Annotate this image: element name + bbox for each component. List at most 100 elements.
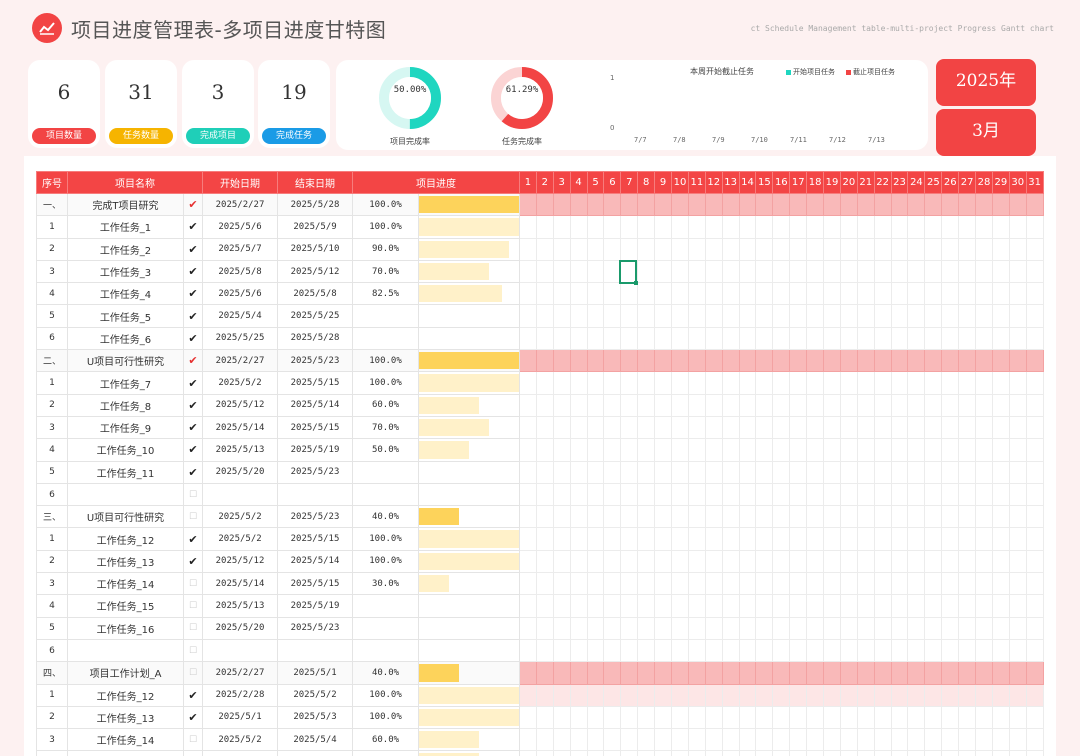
gantt-day-cell[interactable] <box>856 215 875 239</box>
gantt-day-cell[interactable] <box>671 215 689 239</box>
gantt-day-cell[interactable] <box>1008 594 1027 618</box>
gantt-day-cell[interactable] <box>721 527 740 551</box>
gantt-day-cell[interactable] <box>569 572 588 596</box>
gantt-day-cell[interactable] <box>991 192 1010 217</box>
gantt-day-cell[interactable] <box>907 594 926 618</box>
gantt-day-cell[interactable] <box>907 215 926 239</box>
gantt-day-cell[interactable] <box>839 661 858 685</box>
gantt-day-cell[interactable] <box>569 237 588 261</box>
gantt-day-cell[interactable] <box>806 393 825 417</box>
gantt-day-cell[interactable] <box>873 750 892 756</box>
gantt-day-cell[interactable] <box>873 415 892 440</box>
start-date-cell[interactable] <box>202 482 278 507</box>
gantt-day-cell[interactable] <box>704 728 723 752</box>
percent-cell[interactable]: 50.0% <box>352 438 419 462</box>
gantt-day-cell[interactable] <box>535 549 554 574</box>
gantt-day-cell[interactable] <box>772 505 791 529</box>
gantt-day-cell[interactable] <box>569 594 588 618</box>
start-date-cell[interactable]: 2025/5/12 <box>202 393 278 417</box>
gantt-day-cell[interactable] <box>654 750 673 756</box>
gantt-day-cell[interactable] <box>941 282 960 306</box>
gantt-day-cell[interactable] <box>924 638 943 663</box>
gantt-day-cell[interactable] <box>991 304 1010 328</box>
gantt-day-cell[interactable] <box>789 304 808 328</box>
gantt-day-cell[interactable] <box>704 304 723 328</box>
gantt-day-cell[interactable] <box>569 549 588 574</box>
gantt-day-cell[interactable] <box>535 594 554 618</box>
gantt-day-cell[interactable] <box>637 259 656 284</box>
gantt-day-cell[interactable] <box>991 505 1010 529</box>
gantt-day-cell[interactable] <box>603 616 622 640</box>
gantt-day-cell[interactable] <box>856 326 875 351</box>
gantt-day-cell[interactable] <box>603 705 622 730</box>
gantt-day-cell[interactable] <box>519 683 537 707</box>
task-row[interactable]: 4 ☐ <box>36 750 1044 756</box>
gantt-day-cell[interactable] <box>620 282 639 306</box>
gantt-day-cell[interactable] <box>721 460 740 484</box>
gantt-day-cell[interactable] <box>637 282 656 306</box>
gantt-day-cell[interactable] <box>907 349 926 373</box>
gantt-day-cell[interactable] <box>755 728 774 752</box>
gantt-day-cell[interactable] <box>535 505 554 529</box>
checkmark-icon[interactable]: ✔ <box>183 215 203 239</box>
gantt-day-cell[interactable] <box>671 482 689 507</box>
gantt-day-cell[interactable] <box>603 215 622 239</box>
gantt-day-cell[interactable] <box>586 750 605 756</box>
gantt-day-cell[interactable] <box>721 237 740 261</box>
gantt-day-cell[interactable] <box>721 371 740 395</box>
gantt-day-cell[interactable] <box>721 750 740 756</box>
gantt-day-cell[interactable] <box>671 393 689 417</box>
gantt-day-cell[interactable] <box>687 415 706 440</box>
gantt-day-cell[interactable] <box>637 438 656 462</box>
gantt-day-cell[interactable] <box>654 616 673 640</box>
gantt-day-cell[interactable] <box>552 638 571 663</box>
gantt-day-cell[interactable] <box>738 349 757 373</box>
gantt-day-cell[interactable] <box>924 705 943 730</box>
gantt-day-cell[interactable] <box>958 616 977 640</box>
gantt-day-cell[interactable] <box>839 572 858 596</box>
gantt-day-cell[interactable] <box>839 638 858 663</box>
gantt-day-cell[interactable] <box>586 415 605 440</box>
gantt-day-cell[interactable] <box>806 527 825 551</box>
name-cell[interactable]: 工作任务_15 <box>67 594 184 618</box>
gantt-day-cell[interactable] <box>687 460 706 484</box>
gantt-day-cell[interactable] <box>823 304 841 328</box>
gantt-day-cell[interactable] <box>924 750 943 756</box>
name-cell[interactable]: 工作任务_16 <box>67 616 184 640</box>
percent-cell[interactable]: 100.0% <box>352 683 419 707</box>
gantt-day-cell[interactable] <box>1025 594 1044 618</box>
gantt-day-cell[interactable] <box>856 282 875 306</box>
gantt-day-cell[interactable] <box>755 237 774 261</box>
gantt-day-cell[interactable] <box>958 438 977 462</box>
gantt-day-cell[interactable] <box>890 527 909 551</box>
gantt-day-cell[interactable] <box>687 616 706 640</box>
gantt-day-cell[interactable] <box>789 215 808 239</box>
gantt-day-cell[interactable] <box>907 237 926 261</box>
gantt-day-cell[interactable] <box>738 393 757 417</box>
gantt-day-cell[interactable] <box>941 594 960 618</box>
task-row[interactable]: 3 工作任务_9 ✔ 2025/5/14 2025/5/15 70.0% <box>36 415 1044 440</box>
percent-cell[interactable]: 30.0% <box>352 572 419 596</box>
gantt-day-cell[interactable] <box>552 349 571 373</box>
gantt-day-cell[interactable] <box>924 192 943 217</box>
end-date-cell[interactable]: 2025/5/15 <box>277 572 353 596</box>
end-date-cell[interactable]: 2025/5/23 <box>277 349 353 373</box>
gantt-day-cell[interactable] <box>856 192 875 217</box>
gantt-day-cell[interactable] <box>519 237 537 261</box>
gantt-day-cell[interactable] <box>586 728 605 752</box>
start-date-cell[interactable]: 2025/2/28 <box>202 683 278 707</box>
checkmark-icon[interactable]: ✔ <box>183 282 203 306</box>
gantt-day-cell[interactable] <box>552 371 571 395</box>
gantt-day-cell[interactable] <box>924 304 943 328</box>
gantt-day-cell[interactable] <box>755 349 774 373</box>
task-row[interactable]: 2 工作任务_2 ✔ 2025/5/7 2025/5/10 90.0% <box>36 237 1044 261</box>
gantt-day-cell[interactable] <box>671 304 689 328</box>
gantt-day-cell[interactable] <box>958 728 977 752</box>
gantt-day-cell[interactable] <box>975 505 993 529</box>
gantt-day-cell[interactable] <box>535 638 554 663</box>
gantt-day-cell[interactable] <box>806 215 825 239</box>
gantt-day-cell[interactable] <box>958 415 977 440</box>
gantt-day-cell[interactable] <box>823 705 841 730</box>
gantt-day-cell[interactable] <box>856 304 875 328</box>
gantt-day-cell[interactable] <box>755 616 774 640</box>
